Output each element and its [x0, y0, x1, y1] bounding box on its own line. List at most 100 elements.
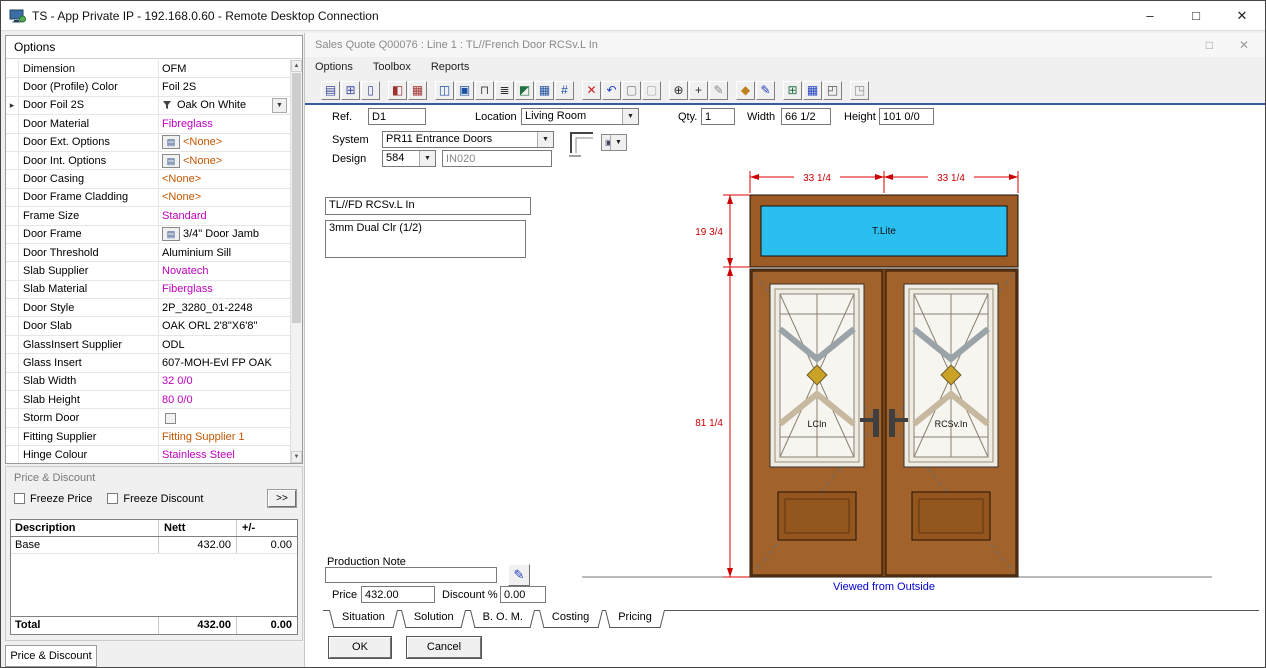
menu-options[interactable]: Options [315, 61, 353, 73]
undo-icon[interactable]: ↶ [602, 81, 621, 100]
option-value[interactable]: ▤ 3/4" Door Jamb [159, 226, 290, 243]
design-select[interactable]: 584 ▼ [382, 150, 436, 167]
height-input[interactable] [879, 108, 934, 125]
copy-line-icon[interactable]: ◧ [388, 81, 407, 100]
scroll-up-icon[interactable]: ▲ [291, 60, 302, 72]
window-design-icon[interactable]: ▣ [455, 81, 474, 100]
menu-toolbox[interactable]: Toolbox [373, 61, 411, 73]
grid-edit-icon[interactable]: ▦ [535, 81, 554, 100]
chevron-down-icon[interactable]: ▼ [419, 151, 435, 166]
option-row[interactable]: Door Threshold Aluminium Sill [6, 244, 290, 262]
option-row[interactable]: Glass Insert 607-MOH-Evl FP OAK [6, 354, 290, 372]
ok-button[interactable]: OK [329, 637, 391, 658]
description-line-box[interactable]: TL//FD RCSv.L In [325, 197, 531, 215]
catalog-icon[interactable]: ▤ [162, 154, 180, 168]
option-row[interactable]: Door Frame ▤ 3/4" Door Jamb [6, 226, 290, 244]
tab-situation[interactable]: Situation [329, 610, 398, 627]
option-value[interactable]: 2P_3280_01-2248 [159, 299, 290, 316]
option-value[interactable]: Aluminium Sill [159, 244, 290, 261]
option-value[interactable]: ODL [159, 336, 290, 353]
option-row[interactable]: Slab Material Fiberglass [6, 281, 290, 299]
price-input[interactable] [361, 586, 435, 603]
hardware-icon[interactable]: ⊓ [475, 81, 494, 100]
storm-door-checkbox[interactable] [165, 413, 176, 424]
price-discount-tab[interactable]: Price & Discount [5, 645, 97, 667]
filter-icon[interactable] [162, 99, 174, 111]
cancel-button[interactable]: Cancel [407, 637, 481, 658]
option-row[interactable]: Hinge Colour Stainless Steel [6, 446, 290, 463]
option-value[interactable]: OFM [159, 60, 290, 77]
picture-frame-icon[interactable]: ◰ [823, 81, 842, 100]
menu-reports[interactable]: Reports [431, 61, 470, 73]
option-value[interactable]: <None> [159, 170, 290, 187]
width-input[interactable] [781, 108, 831, 125]
scrollbar-thumb[interactable] [292, 73, 301, 323]
option-row[interactable]: Door Material Fibreglass [6, 115, 290, 133]
zoom-icon[interactable]: ⊕ [669, 81, 688, 100]
option-value[interactable]: ▤ <None> [159, 134, 290, 151]
option-row[interactable]: Slab Width 32 0/0 [6, 373, 290, 391]
option-value[interactable]: Fibreglass [159, 115, 290, 132]
options-scrollbar[interactable]: ▲ ▼ [290, 60, 302, 463]
option-row[interactable]: Door Style 2P_3280_01-2248 [6, 299, 290, 317]
tab-costing[interactable]: Costing [539, 610, 602, 627]
expand-button[interactable]: >> [268, 490, 296, 507]
colour-options-icon[interactable]: ◆ [736, 81, 755, 100]
annotate-icon[interactable]: ✎ [709, 81, 728, 100]
option-row[interactable]: Storm Door [6, 409, 290, 427]
option-row[interactable]: ▸ Door Foil 2S Oak On White ▼ [6, 97, 290, 115]
option-value[interactable]: ▤ <None> [159, 152, 290, 169]
option-row[interactable]: GlassInsert Supplier ODL [6, 336, 290, 354]
dropdown-arrow-icon[interactable]: ▼ [272, 98, 287, 113]
discount-input[interactable] [500, 586, 546, 603]
option-row[interactable]: Door (Profile) Color Foil 2S [6, 78, 290, 96]
chevron-down-icon[interactable]: ▼ [622, 109, 638, 124]
freeze-price-checkbox[interactable] [14, 493, 25, 504]
measure-icon[interactable]: + [689, 81, 708, 100]
option-row[interactable]: Slab Supplier Novatech [6, 262, 290, 280]
option-value[interactable]: 32 0/0 [159, 373, 290, 390]
option-value[interactable]: 80 0/0 [159, 391, 290, 408]
option-row[interactable]: Slab Height 80 0/0 [6, 391, 290, 409]
option-row[interactable]: Door Ext. Options ▤ <None> [6, 134, 290, 152]
selection-icon[interactable]: ▢ [622, 81, 641, 100]
chevron-down-icon[interactable]: ▼ [610, 135, 626, 150]
option-row[interactable]: Door Slab OAK ORL 2'8"X6'8" [6, 317, 290, 335]
option-value[interactable]: Fitting Supplier 1 [159, 428, 290, 445]
glazing-description-box[interactable]: 3mm Dual Clr (1/2) [325, 220, 526, 258]
frame-option-dropdown[interactable]: ▣ ▼ [601, 134, 627, 151]
option-row[interactable]: Door Int. Options ▤ <None> [6, 152, 290, 170]
line-table-icon[interactable]: ▦ [408, 81, 427, 100]
option-value[interactable]: Oak On White ▼ [159, 97, 290, 114]
option-row[interactable]: Fitting Supplier Fitting Supplier 1 [6, 428, 290, 446]
option-row[interactable]: Door Frame Cladding <None> [6, 189, 290, 207]
table-row[interactable]: Base 432.00 0.00 [11, 537, 297, 554]
catalog-icon[interactable]: ▤ [162, 227, 180, 241]
pen-icon[interactable]: ✎ [756, 81, 775, 100]
option-value[interactable]: Stainless Steel [159, 446, 290, 463]
option-value[interactable] [159, 409, 290, 426]
option-row[interactable]: Dimension OFM [6, 60, 290, 78]
option-row[interactable]: Door Casing <None> [6, 170, 290, 188]
line-detail-icon[interactable]: ▤ [321, 81, 340, 100]
option-row[interactable]: Frame Size Standard [6, 207, 290, 225]
minimize-icon[interactable]: – [1127, 1, 1173, 30]
option-value[interactable]: Novatech [159, 262, 290, 279]
option-value[interactable]: <None> [159, 189, 290, 206]
production-note-input[interactable] [325, 567, 497, 583]
option-value[interactable]: Standard [159, 207, 290, 224]
mullion-grid-icon[interactable]: # [555, 81, 574, 100]
tab-bom[interactable]: B. O. M. [470, 610, 536, 627]
glazing-icon[interactable]: ◩ [515, 81, 534, 100]
freeze-discount-checkbox[interactable] [107, 493, 118, 504]
edit-note-icon[interactable]: ✎ [508, 564, 530, 586]
save-icon[interactable]: ▦ [803, 81, 822, 100]
quote-close-icon[interactable]: ✕ [1239, 38, 1249, 52]
grid-view-icon[interactable]: ⊞ [341, 81, 360, 100]
export-table-icon[interactable]: ⊞ [783, 81, 802, 100]
tab-pricing[interactable]: Pricing [605, 610, 665, 627]
quote-maximize-icon[interactable]: □ [1206, 38, 1213, 52]
location-select[interactable]: Living Room ▼ [521, 108, 639, 125]
delete-icon[interactable]: ✕ [582, 81, 601, 100]
option-value[interactable]: Foil 2S [159, 78, 290, 95]
